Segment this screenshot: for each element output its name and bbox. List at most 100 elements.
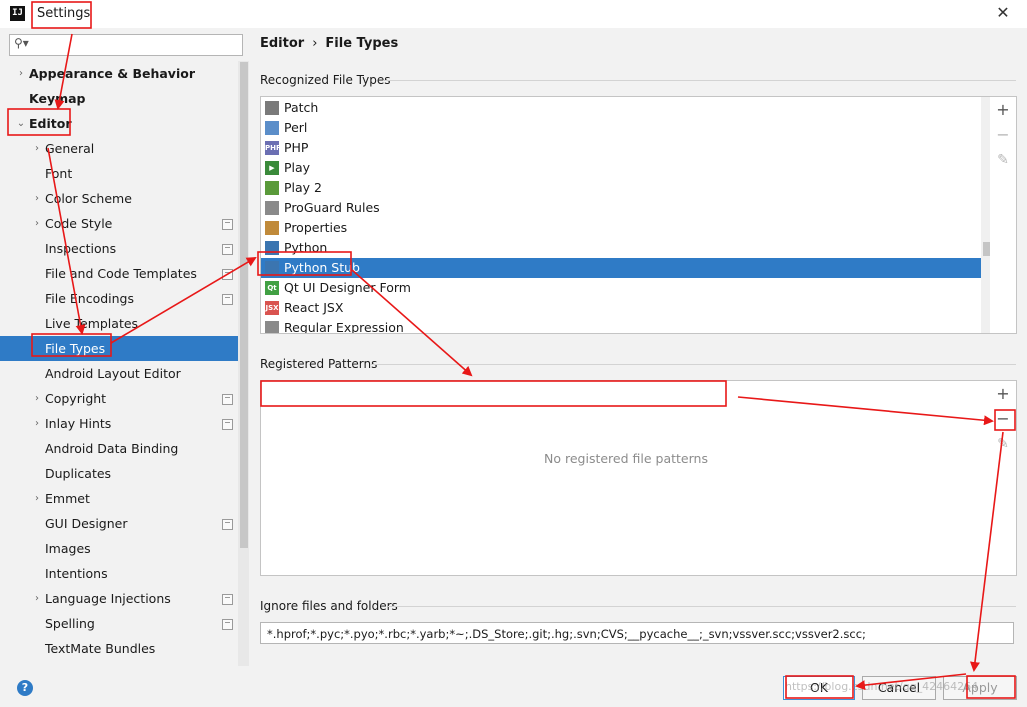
list-item[interactable]: Qt Qt UI Designer Form <box>261 278 981 298</box>
sidebar-item-label: Live Templates <box>45 316 139 331</box>
proguard-file-icon <box>265 201 279 215</box>
sidebar-item-label: Editor <box>29 116 72 131</box>
chevron-right-icon[interactable]: › <box>32 411 42 436</box>
sidebar-item[interactable]: Font <box>0 161 249 186</box>
project-scope-icon <box>222 419 233 430</box>
sidebar-item-label: GUI Designer <box>45 516 128 531</box>
chevron-down-icon[interactable]: ⌄ <box>16 111 26 136</box>
remove-icon[interactable]: − <box>994 126 1012 144</box>
sidebar-item[interactable]: File and Code Templates <box>0 261 249 286</box>
list-item[interactable]: JSX React JSX <box>261 298 981 318</box>
title-bar: IJ Settings ✕ <box>0 0 1027 28</box>
list-item-label: Properties <box>284 220 348 235</box>
list-item[interactable]: Python <box>261 238 981 258</box>
list-item[interactable]: PHP PHP <box>261 138 981 158</box>
divider <box>388 606 1016 607</box>
sidebar-scroll-thumb[interactable] <box>240 62 248 548</box>
sidebar-item[interactable]: Keymap <box>0 86 249 111</box>
sidebar-item[interactable]: Intentions <box>0 561 249 586</box>
recognized-file-types-list[interactable]: Regular Expression JSX React JSX Qt Qt UI De… <box>260 96 992 334</box>
list-item[interactable]: ProGuard Rules <box>261 198 981 218</box>
sidebar-item-label: Keymap <box>29 91 86 106</box>
php-file-icon: PHP <box>265 141 281 155</box>
sidebar-item[interactable]: Images <box>0 536 249 561</box>
list-item-label: Python <box>284 240 328 255</box>
sidebar-item-label: Language Injections <box>45 591 171 606</box>
sidebar-item[interactable]: ⌄ Editor <box>0 111 249 136</box>
sidebar-item[interactable]: Inspections <box>0 236 249 261</box>
search-icon: ⚲▾ <box>14 36 29 50</box>
python-file-icon <box>265 241 279 255</box>
list-item-label: Play <box>284 160 311 175</box>
list-item-label: Python Stub <box>284 260 360 275</box>
sidebar-item[interactable]: › Code Style <box>0 211 249 236</box>
sidebar-item[interactable]: Android Layout Editor <box>0 361 249 386</box>
project-scope-icon <box>222 244 233 255</box>
registered-patterns-list[interactable]: No registered file patterns <box>260 380 992 576</box>
list-item[interactable]: Perl <box>261 118 981 138</box>
perl-file-icon <box>265 121 279 135</box>
list-item-label: Regular Expression <box>284 320 404 334</box>
close-icon[interactable]: ✕ <box>994 4 1012 22</box>
sidebar-item[interactable]: › Appearance & Behavior <box>0 61 249 86</box>
sidebar-item[interactable]: › Emmet <box>0 486 249 511</box>
sidebar-item[interactable]: Live Templates <box>0 311 249 336</box>
sidebar-item-label: General <box>45 141 95 156</box>
divider <box>383 80 1016 81</box>
add-icon[interactable]: + <box>994 101 1012 119</box>
chevron-right-icon[interactable]: › <box>16 61 26 86</box>
intellij-app-icon: IJ <box>10 6 25 21</box>
chevron-right-icon[interactable]: › <box>32 486 42 511</box>
sidebar-item-label: Android Data Binding <box>45 441 179 456</box>
breadcrumb-parent[interactable]: Editor <box>260 36 304 51</box>
sidebar-item[interactable]: › Color Scheme <box>0 186 249 211</box>
list-item[interactable]: Properties <box>261 218 981 238</box>
sidebar-item-label: Emmet <box>45 491 90 506</box>
settings-sidebar: ⚲▾ › Appearance & Behavior Keymap ⌄ Editor › G… <box>0 28 249 668</box>
jsx-file-icon: JSX <box>265 301 279 315</box>
ignore-files-title: Ignore files and folders <box>260 599 398 613</box>
sidebar-item-label: File Types <box>45 341 106 356</box>
add-pattern-icon[interactable]: + <box>994 385 1012 403</box>
project-scope-icon <box>222 294 233 305</box>
sidebar-item[interactable]: Android Data Binding <box>0 436 249 461</box>
chevron-right-icon[interactable]: › <box>32 136 42 161</box>
list-item[interactable]: Regular Expression <box>261 318 981 334</box>
chevron-right-icon[interactable]: › <box>32 386 42 411</box>
sidebar-item[interactable]: Spelling <box>0 611 249 636</box>
sidebar-item[interactable]: File Types <box>0 336 249 361</box>
project-scope-icon <box>222 519 233 530</box>
list-item[interactable]: ▶ Play <box>261 158 981 178</box>
sidebar-item[interactable]: › General <box>0 136 249 161</box>
sidebar-item[interactable]: › Inlay Hints <box>0 411 249 436</box>
sidebar-item[interactable]: TextMate Bundles <box>0 636 249 661</box>
sidebar-item-label: Inlay Hints <box>45 416 112 431</box>
sidebar-item[interactable]: › Language Injections <box>0 586 249 611</box>
list-scroll-thumb[interactable] <box>983 242 990 256</box>
sidebar-item-label: Appearance & Behavior <box>29 66 195 81</box>
ignore-files-input[interactable]: *.hprof;*.pyc;*.pyo;*.rbc;*.yarb;*~;.DS_… <box>260 622 1014 644</box>
sidebar-item[interactable]: File Encodings <box>0 286 249 311</box>
watermark: https://blog.csdn.net/qq_42464264 <box>785 680 979 693</box>
list-item[interactable]: Python Stub <box>261 258 981 278</box>
chevron-right-icon[interactable]: › <box>32 586 42 611</box>
list-item-label: ProGuard Rules <box>284 200 380 215</box>
window-title: Settings <box>37 6 91 21</box>
sidebar-item-label: Code Style <box>45 216 113 231</box>
list-item[interactable]: Play 2 <box>261 178 981 198</box>
python-stub-file-icon <box>265 261 279 275</box>
help-icon[interactable]: ? <box>17 680 33 696</box>
sidebar-item[interactable]: Duplicates <box>0 461 249 486</box>
sidebar-item[interactable]: › Copyright <box>0 386 249 411</box>
breadcrumb: Editor › File Types <box>260 36 398 51</box>
list-item-label: Patch <box>284 100 319 115</box>
edit-pattern-icon[interactable]: ✎ <box>994 435 1012 453</box>
list-item[interactable]: Patch <box>261 98 981 118</box>
edit-icon[interactable]: ✎ <box>994 151 1012 169</box>
search-input[interactable]: ⚲▾ <box>9 34 243 56</box>
sidebar-item[interactable]: GUI Designer <box>0 511 249 536</box>
project-scope-icon <box>222 394 233 405</box>
chevron-right-icon[interactable]: › <box>32 211 42 236</box>
chevron-right-icon[interactable]: › <box>32 186 42 211</box>
remove-pattern-icon[interactable]: − <box>994 410 1012 428</box>
